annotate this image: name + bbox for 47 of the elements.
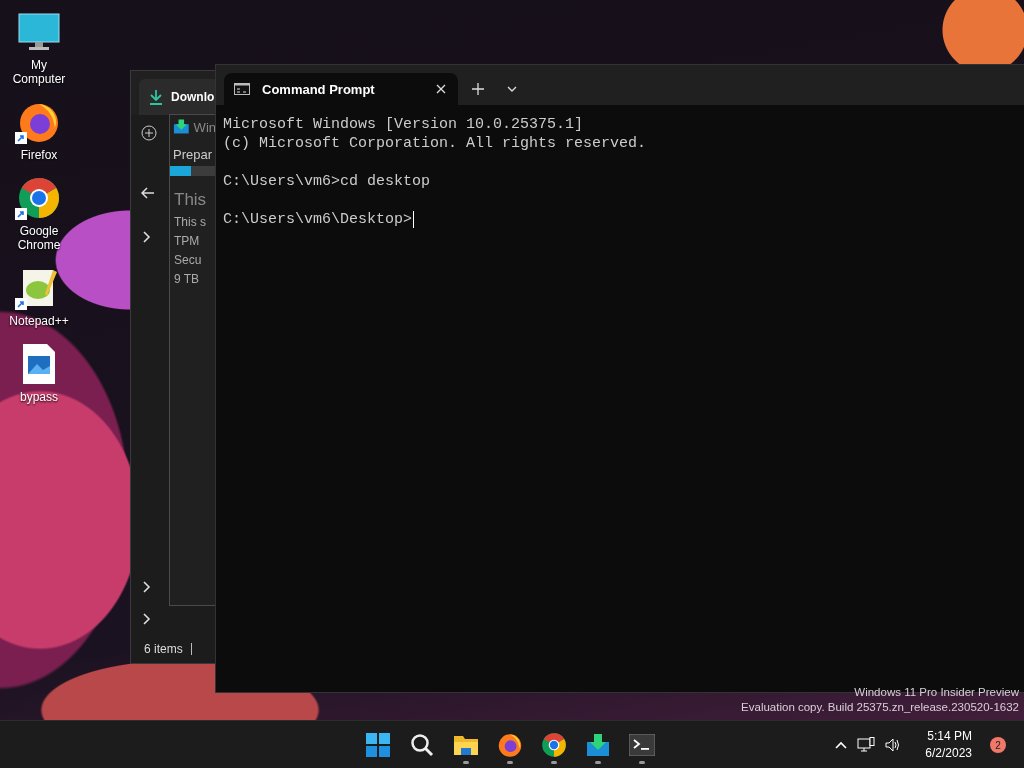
- chevron-right-icon[interactable]: [143, 613, 151, 625]
- chrome-icon: [541, 732, 567, 758]
- terminal-tab[interactable]: Command Prompt: [224, 73, 458, 105]
- details-text: This s: [174, 214, 206, 231]
- item-count: 6 items: [144, 642, 183, 656]
- watermark-text: Evaluation copy. Build 25375.zn_release.230520-1632: [741, 700, 1019, 715]
- installer-icon: [173, 119, 190, 135]
- progress-status: Prepar: [172, 146, 214, 164]
- details-text: Secu: [174, 252, 202, 269]
- image-file-icon: [21, 342, 57, 386]
- command-prompt-icon: [234, 83, 250, 95]
- chevron-right-icon[interactable]: [143, 581, 151, 593]
- back-arrow-icon[interactable]: [141, 187, 155, 199]
- network-icon[interactable]: [857, 737, 876, 753]
- chrome-icon: [17, 176, 61, 220]
- console-line: (c) Microsoft Corporation. All rights reserved.: [223, 134, 647, 153]
- speaker-icon[interactable]: [885, 738, 902, 752]
- terminal-icon[interactable]: [629, 734, 655, 756]
- console-line: C:\Users\vm6>cd desktop: [223, 172, 431, 191]
- desktop-icon-label[interactable]: Firefox: [9, 148, 69, 162]
- desktop-icon-label[interactable]: Google Chrome: [9, 224, 69, 252]
- close-icon[interactable]: [436, 84, 446, 94]
- firefox-icon: [497, 732, 523, 758]
- details-text: TPM: [174, 233, 200, 250]
- add-icon[interactable]: [141, 125, 157, 141]
- desktop-icon-label[interactable]: My Computer: [9, 58, 69, 86]
- details-text: 9 TB: [174, 271, 200, 288]
- notification-badge[interactable]: 2: [990, 737, 1006, 753]
- folder-icon[interactable]: [453, 733, 479, 757]
- console-line: Microsoft Windows [Version 10.0.25375.1]: [223, 115, 584, 134]
- download-arrow-icon: [149, 89, 163, 105]
- dialog-title: Win: [193, 119, 216, 135]
- windows-logo-icon[interactable]: [366, 733, 390, 757]
- clock[interactable]: 5:14 PM 6/2/2023: [925, 728, 972, 762]
- desktop-icon-label[interactable]: bypass: [9, 390, 69, 404]
- explorer-tab[interactable]: Downlo: [139, 79, 216, 115]
- plus-icon: [472, 83, 484, 95]
- monitor-icon: [17, 12, 61, 52]
- chevron-right-icon[interactable]: [143, 231, 151, 243]
- console-line: C:\Users\vm6\Desktop>: [223, 210, 413, 229]
- desktop-icon-label[interactable]: Notepad++: [9, 314, 69, 328]
- watermark-text: Windows 11 Pro Insider Preview: [854, 685, 1019, 700]
- search-icon[interactable]: [410, 733, 434, 757]
- download-icon[interactable]: [586, 733, 610, 757]
- chevron-up-icon[interactable]: [835, 741, 848, 749]
- details-heading: This: [174, 190, 207, 209]
- chevron-down-icon: [507, 86, 517, 92]
